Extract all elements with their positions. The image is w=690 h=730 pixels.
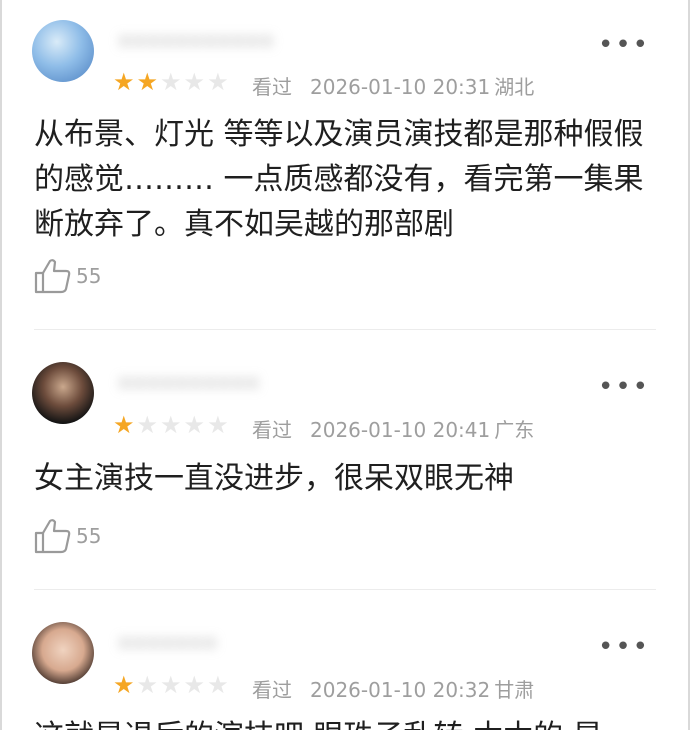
review-content: 这就是退后的演技吧 眼珠子乱转 木木的 是: [34, 714, 650, 730]
star-icon: ★: [207, 411, 229, 439]
more-dots-icon[interactable]: •••: [598, 632, 650, 662]
star-rating: ★ ★ ★ ★ ★: [113, 673, 229, 697]
thumbs-up-icon: [34, 258, 72, 294]
star-icon: ★: [183, 68, 206, 96]
star-icon: ★: [136, 671, 159, 699]
more-dots-icon[interactable]: •••: [598, 372, 650, 402]
like-button[interactable]: 55: [34, 518, 101, 554]
watch-status: 看过: [252, 75, 292, 99]
star-icon: ★: [113, 411, 135, 439]
star-icon: ★: [207, 68, 229, 96]
avatar[interactable]: [32, 20, 94, 82]
review-meta: 看过 2026-01-10 20:31 湖北: [252, 71, 534, 100]
divider: [34, 589, 656, 590]
star-icon: ★: [136, 68, 159, 96]
review-datetime: 2026-01-10 20:31: [310, 75, 491, 99]
star-icon: ★: [207, 671, 229, 699]
review-meta: 看过 2026-01-10 20:41 广东: [252, 414, 534, 443]
review-location: 广东: [494, 418, 535, 442]
thumbs-up-icon: [34, 518, 72, 554]
like-count: 55: [76, 264, 102, 288]
watch-status: 看过: [252, 678, 292, 702]
username[interactable]: •••••••: [118, 630, 217, 660]
star-rating: ★ ★ ★ ★ ★: [113, 413, 229, 437]
star-icon: ★: [160, 68, 182, 96]
avatar[interactable]: [32, 362, 94, 424]
avatar[interactable]: [32, 622, 94, 684]
username[interactable]: ••••••••••: [118, 370, 260, 400]
star-icon: ★: [136, 411, 159, 439]
review-location: 甘肃: [494, 678, 535, 702]
review-content: 女主演技一直没进步，很呆双眼无神: [34, 461, 514, 496]
review-datetime: 2026-01-10 20:32: [310, 678, 491, 702]
more-dots-icon[interactable]: •••: [598, 30, 650, 60]
username[interactable]: •••••••••••: [118, 28, 274, 58]
watch-status: 看过: [252, 418, 292, 442]
review-meta: 看过 2026-01-10 20:32 甘肃: [252, 674, 534, 703]
like-button[interactable]: 55: [34, 258, 101, 294]
star-icon: ★: [183, 671, 206, 699]
divider: [34, 329, 656, 330]
star-rating: ★ ★ ★ ★ ★: [113, 70, 229, 94]
review-datetime: 2026-01-10 20:41: [310, 418, 491, 442]
star-icon: ★: [160, 411, 182, 439]
review-location: 湖北: [494, 75, 535, 99]
star-icon: ★: [183, 411, 206, 439]
star-icon: ★: [160, 671, 182, 699]
like-count: 55: [76, 524, 102, 548]
review-content: 从布景、灯光 等等以及演员演技都是那种假假的感觉……… 一点质感都没有，看完第一…: [34, 117, 644, 242]
star-icon: ★: [113, 68, 135, 96]
star-icon: ★: [113, 671, 135, 699]
page-border-left: [0, 0, 2, 730]
